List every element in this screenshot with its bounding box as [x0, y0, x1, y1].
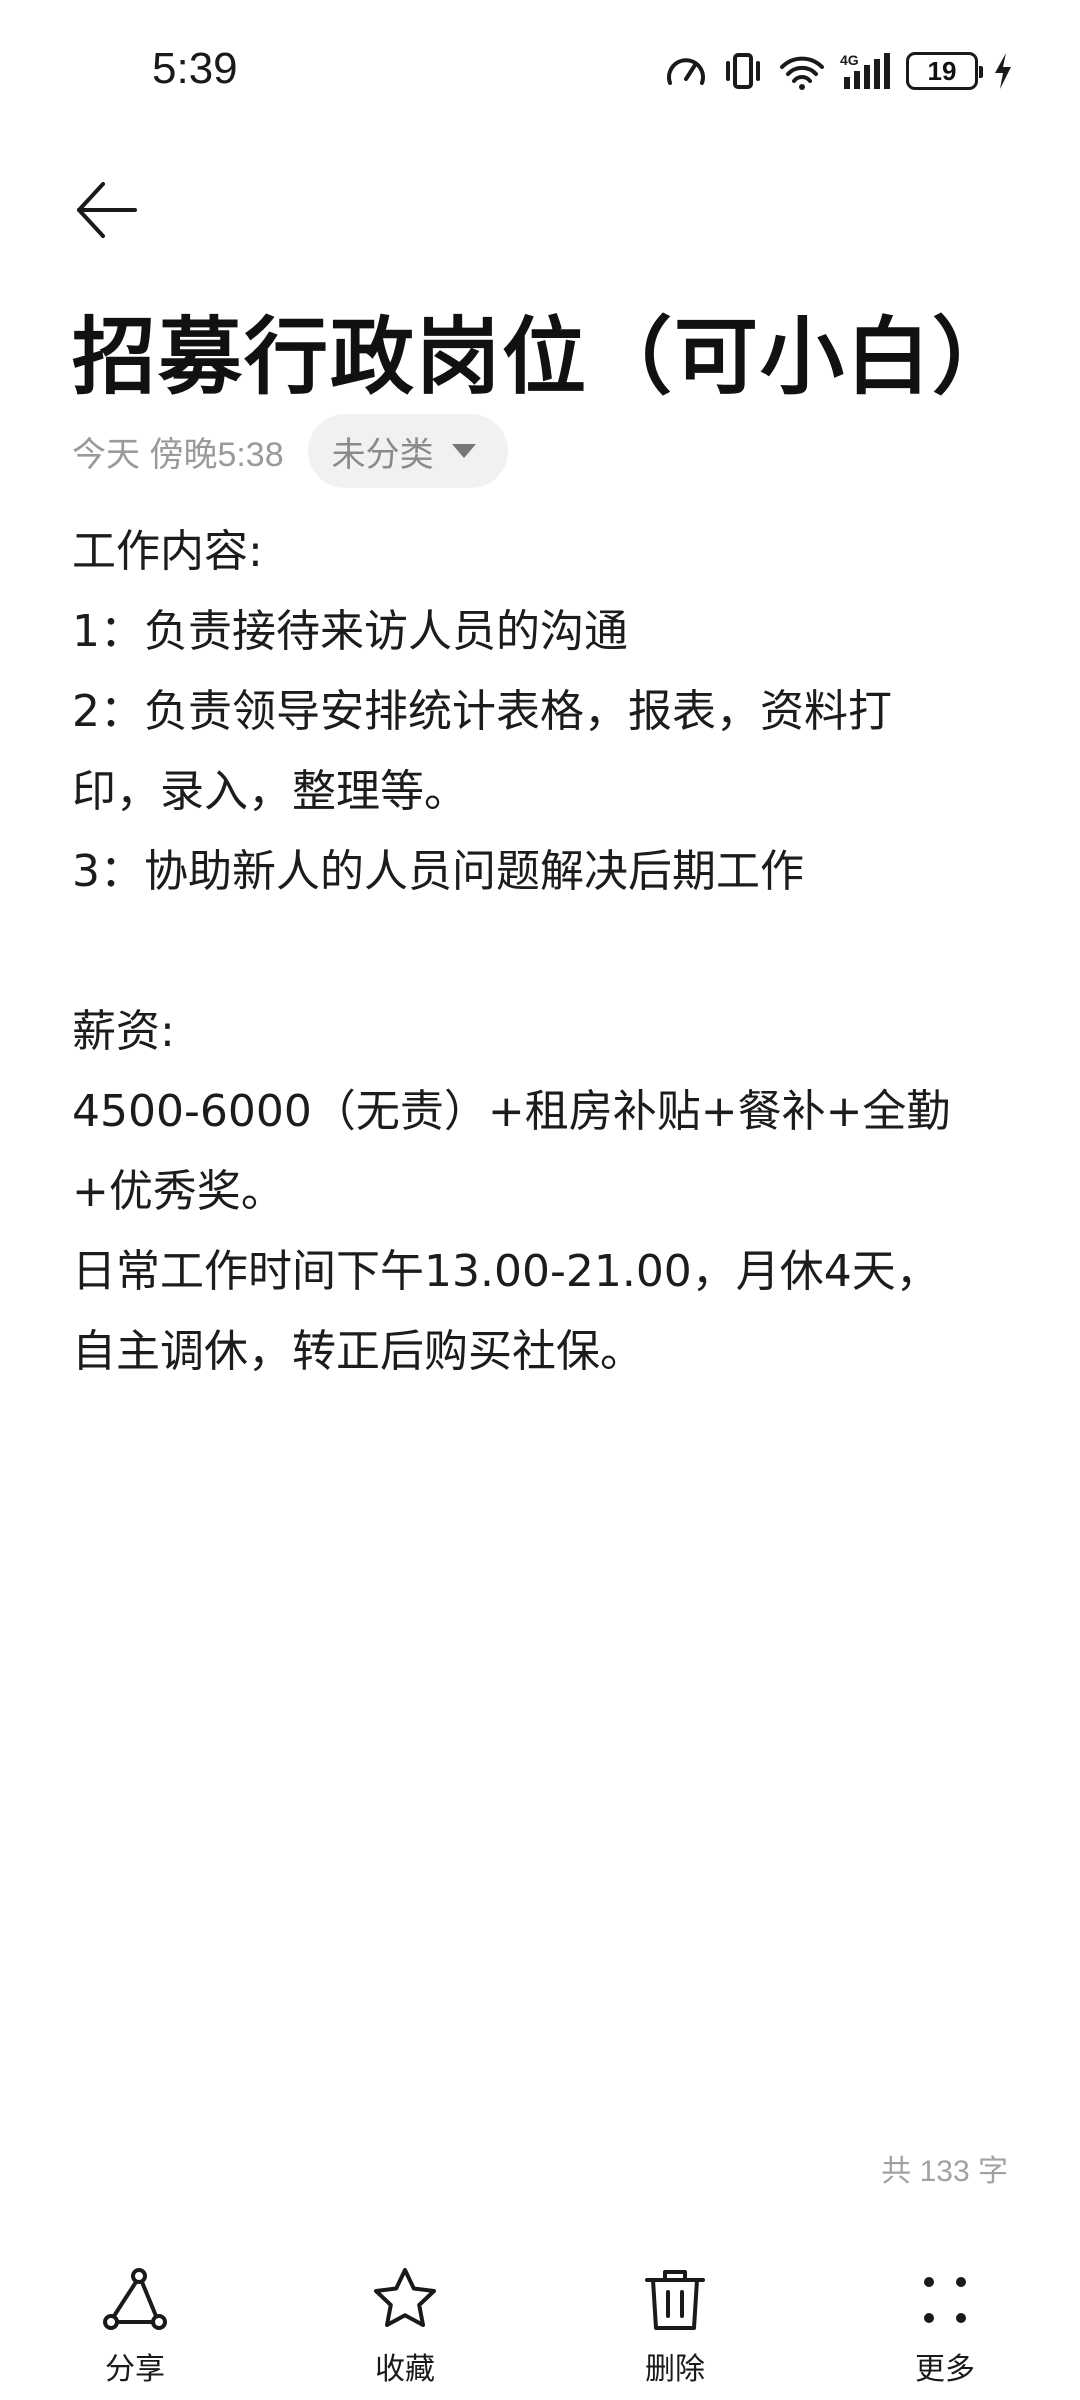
delete-button[interactable]: 删除 — [540, 2250, 810, 2400]
note-line: 4500-6000（无责）+租房补贴+餐补+全勤 — [72, 1086, 951, 1137]
status-time: 5:39 — [152, 44, 238, 93]
word-count: 共 133 字 — [881, 2155, 1008, 2188]
back-button[interactable] — [66, 170, 146, 250]
note-line: 1：负责接待来访人员的沟通 — [72, 606, 628, 657]
note-meta: 今天 傍晚5:38 未分类 — [72, 414, 508, 488]
note-line: 自主调休，转正后购买社保。 — [72, 1326, 644, 1377]
notes-screen: 5:39 4G 19 招募行政岗位（可小白） 今天 傍晚5:38 未分类 工作内… — [0, 0, 1080, 2400]
back-arrow-icon — [77, 182, 137, 238]
share-button[interactable]: 分享 — [0, 2250, 270, 2400]
trash-icon — [645, 2270, 705, 2330]
battery-icon: 19 — [906, 52, 983, 90]
favorite-label: 收藏 — [375, 2352, 435, 2387]
network-type-label: 4G — [840, 52, 859, 68]
note-date: 今天 傍晚5:38 — [72, 435, 284, 474]
category-label: 未分类 — [331, 434, 434, 475]
signal-icon: 4G — [840, 51, 892, 91]
status-bar: 5:39 4G 19 — [0, 0, 1080, 130]
favorite-button[interactable]: 收藏 — [270, 2250, 540, 2400]
note-title[interactable]: 招募行政岗位（可小白） — [72, 290, 1018, 411]
share-icon — [103, 2268, 167, 2330]
note-line: 日常工作时间下午13.00-21.00，月休4天， — [72, 1246, 940, 1297]
delete-label: 删除 — [645, 2352, 705, 2387]
bottom-toolbar: 分享 收藏 删除 更多 — [0, 2250, 1080, 2400]
share-label: 分享 — [105, 2352, 165, 2387]
note-line: 工作内容: — [72, 526, 263, 577]
speed-icon — [664, 51, 708, 91]
battery-level: 19 — [927, 55, 957, 86]
charging-icon — [992, 51, 1014, 91]
status-icons: 4G 19 — [664, 46, 1014, 96]
note-line: 3：协助新人的人员问题解决后期工作 — [72, 846, 804, 897]
star-icon — [374, 2268, 436, 2327]
more-button[interactable]: 更多 — [810, 2250, 1080, 2400]
category-dropdown[interactable]: 未分类 — [307, 414, 508, 488]
more-dots-icon — [924, 2277, 966, 2323]
note-line: 2：负责领导安排统计表格，报表，资料打 — [72, 686, 892, 737]
note-line-blank — [72, 912, 1022, 992]
chevron-down-icon — [451, 444, 476, 458]
wifi-icon — [778, 51, 826, 91]
note-line: 薪资: — [72, 1006, 175, 1057]
more-label: 更多 — [915, 2352, 975, 2387]
vibrate-icon — [722, 51, 764, 91]
note-line: 印，录入，整理等。 — [72, 766, 468, 817]
note-body[interactable]: 工作内容: 1：负责接待来访人员的沟通 2：负责领导安排统计表格，报表，资料打 … — [72, 512, 1022, 1392]
note-line: +优秀奖。 — [72, 1166, 285, 1217]
